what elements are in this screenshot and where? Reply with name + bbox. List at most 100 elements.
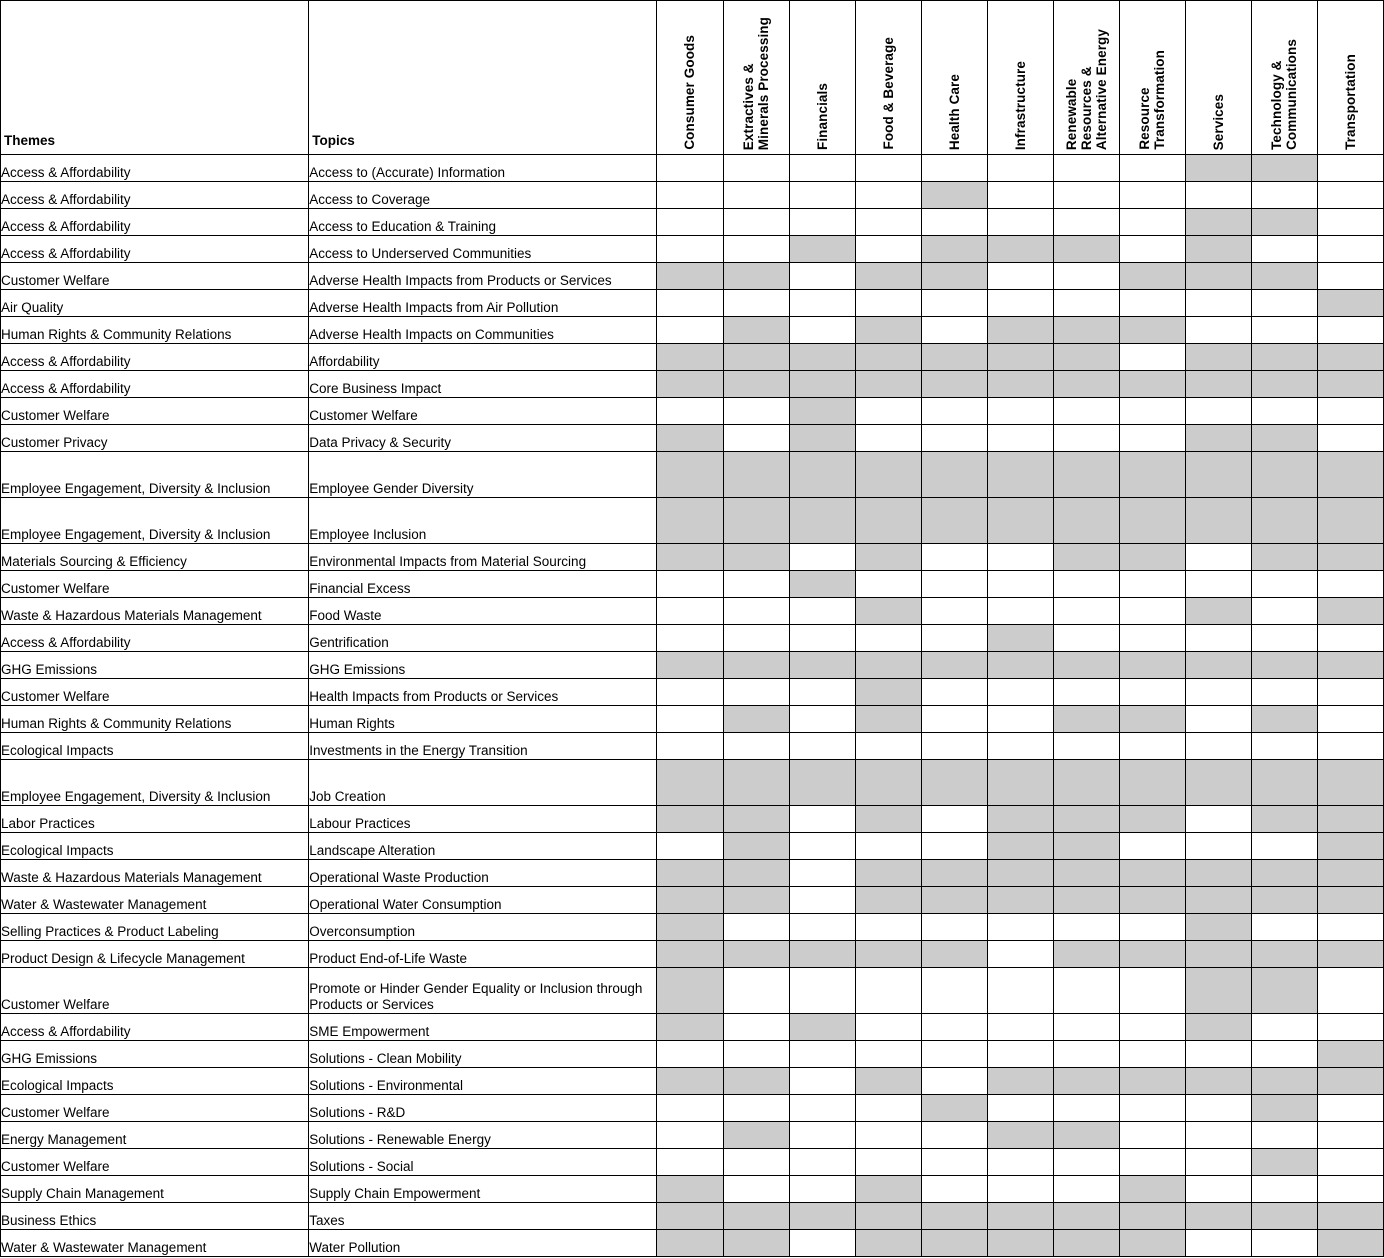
matrix-cell-marked[interactable]: [920, 181, 988, 209]
matrix-cell-empty[interactable]: [656, 1148, 724, 1176]
matrix-cell-marked[interactable]: [1184, 967, 1252, 1014]
matrix-cell-marked[interactable]: [656, 940, 724, 968]
matrix-cell-marked[interactable]: [1250, 262, 1318, 290]
matrix-cell-marked[interactable]: [920, 262, 988, 290]
matrix-cell-marked[interactable]: [1052, 370, 1120, 398]
matrix-cell-marked[interactable]: [1316, 832, 1384, 860]
matrix-cell-marked[interactable]: [1118, 451, 1186, 498]
matrix-cell-empty[interactable]: [722, 1013, 790, 1041]
matrix-cell-marked[interactable]: [656, 262, 724, 290]
matrix-cell-marked[interactable]: [986, 759, 1054, 806]
matrix-cell-empty[interactable]: [1184, 1148, 1252, 1176]
matrix-cell-marked[interactable]: [1052, 1121, 1120, 1149]
matrix-cell-marked[interactable]: [986, 832, 1054, 860]
matrix-cell-marked[interactable]: [788, 235, 856, 263]
matrix-cell-empty[interactable]: [788, 181, 856, 209]
matrix-cell-marked[interactable]: [1250, 1067, 1318, 1095]
matrix-cell-empty[interactable]: [854, 624, 922, 652]
matrix-cell-empty[interactable]: [722, 208, 790, 236]
matrix-cell-marked[interactable]: [722, 543, 790, 571]
matrix-cell-empty[interactable]: [722, 624, 790, 652]
matrix-cell-empty[interactable]: [854, 397, 922, 425]
matrix-cell-marked[interactable]: [920, 451, 988, 498]
matrix-cell-empty[interactable]: [986, 1175, 1054, 1203]
matrix-cell-marked[interactable]: [788, 940, 856, 968]
matrix-cell-marked[interactable]: [986, 1229, 1054, 1257]
matrix-cell-marked[interactable]: [1052, 235, 1120, 263]
matrix-cell-empty[interactable]: [854, 832, 922, 860]
matrix-cell-marked[interactable]: [1316, 1229, 1384, 1257]
matrix-cell-marked[interactable]: [1250, 370, 1318, 398]
matrix-cell-marked[interactable]: [1250, 343, 1318, 371]
matrix-cell-empty[interactable]: [788, 543, 856, 571]
matrix-cell-empty[interactable]: [1052, 1013, 1120, 1041]
matrix-cell-marked[interactable]: [1052, 1229, 1120, 1257]
matrix-cell-empty[interactable]: [1316, 678, 1384, 706]
matrix-cell-empty[interactable]: [920, 208, 988, 236]
matrix-cell-empty[interactable]: [788, 678, 856, 706]
matrix-cell-empty[interactable]: [986, 154, 1054, 182]
matrix-cell-marked[interactable]: [1184, 497, 1252, 544]
matrix-cell-empty[interactable]: [1250, 1040, 1318, 1068]
matrix-cell-empty[interactable]: [920, 678, 988, 706]
matrix-cell-empty[interactable]: [920, 1013, 988, 1041]
matrix-cell-marked[interactable]: [1250, 424, 1318, 452]
matrix-cell-marked[interactable]: [1052, 859, 1120, 887]
matrix-cell-empty[interactable]: [1118, 424, 1186, 452]
matrix-cell-marked[interactable]: [1184, 1067, 1252, 1095]
matrix-cell-empty[interactable]: [854, 1121, 922, 1149]
matrix-cell-marked[interactable]: [788, 424, 856, 452]
matrix-cell-empty[interactable]: [788, 832, 856, 860]
matrix-cell-empty[interactable]: [722, 732, 790, 760]
matrix-cell-marked[interactable]: [1184, 759, 1252, 806]
matrix-cell-empty[interactable]: [1118, 154, 1186, 182]
matrix-cell-empty[interactable]: [1184, 832, 1252, 860]
matrix-cell-marked[interactable]: [722, 759, 790, 806]
matrix-cell-empty[interactable]: [1118, 181, 1186, 209]
matrix-cell-marked[interactable]: [656, 1013, 724, 1041]
matrix-cell-marked[interactable]: [1118, 262, 1186, 290]
matrix-cell-marked[interactable]: [1052, 805, 1120, 833]
matrix-cell-empty[interactable]: [986, 705, 1054, 733]
matrix-cell-empty[interactable]: [986, 181, 1054, 209]
matrix-cell-marked[interactable]: [854, 886, 922, 914]
matrix-cell-empty[interactable]: [854, 1040, 922, 1068]
matrix-cell-empty[interactable]: [722, 181, 790, 209]
matrix-cell-marked[interactable]: [656, 543, 724, 571]
matrix-cell-empty[interactable]: [1118, 1121, 1186, 1149]
matrix-cell-marked[interactable]: [722, 940, 790, 968]
matrix-cell-marked[interactable]: [788, 570, 856, 598]
matrix-cell-marked[interactable]: [854, 343, 922, 371]
matrix-cell-marked[interactable]: [1052, 316, 1120, 344]
matrix-cell-marked[interactable]: [1184, 235, 1252, 263]
matrix-cell-empty[interactable]: [920, 316, 988, 344]
matrix-cell-empty[interactable]: [1184, 678, 1252, 706]
matrix-cell-marked[interactable]: [788, 759, 856, 806]
matrix-cell-empty[interactable]: [1118, 289, 1186, 317]
matrix-cell-empty[interactable]: [1052, 624, 1120, 652]
matrix-cell-empty[interactable]: [788, 1121, 856, 1149]
matrix-cell-marked[interactable]: [1184, 886, 1252, 914]
matrix-cell-empty[interactable]: [986, 262, 1054, 290]
matrix-cell-marked[interactable]: [722, 1121, 790, 1149]
matrix-cell-marked[interactable]: [854, 370, 922, 398]
matrix-cell-marked[interactable]: [1118, 1229, 1186, 1257]
matrix-cell-marked[interactable]: [1250, 651, 1318, 679]
matrix-cell-empty[interactable]: [1184, 543, 1252, 571]
matrix-cell-empty[interactable]: [1052, 1175, 1120, 1203]
matrix-cell-empty[interactable]: [722, 597, 790, 625]
matrix-cell-empty[interactable]: [920, 289, 988, 317]
matrix-cell-empty[interactable]: [1052, 1040, 1120, 1068]
matrix-cell-empty[interactable]: [1250, 678, 1318, 706]
matrix-cell-empty[interactable]: [920, 1121, 988, 1149]
matrix-cell-empty[interactable]: [920, 154, 988, 182]
matrix-cell-marked[interactable]: [722, 832, 790, 860]
matrix-cell-empty[interactable]: [854, 913, 922, 941]
matrix-cell-marked[interactable]: [986, 886, 1054, 914]
matrix-cell-empty[interactable]: [656, 208, 724, 236]
matrix-cell-marked[interactable]: [854, 705, 922, 733]
matrix-cell-marked[interactable]: [920, 940, 988, 968]
matrix-cell-marked[interactable]: [1316, 343, 1384, 371]
matrix-cell-marked[interactable]: [986, 316, 1054, 344]
matrix-cell-marked[interactable]: [656, 1175, 724, 1203]
